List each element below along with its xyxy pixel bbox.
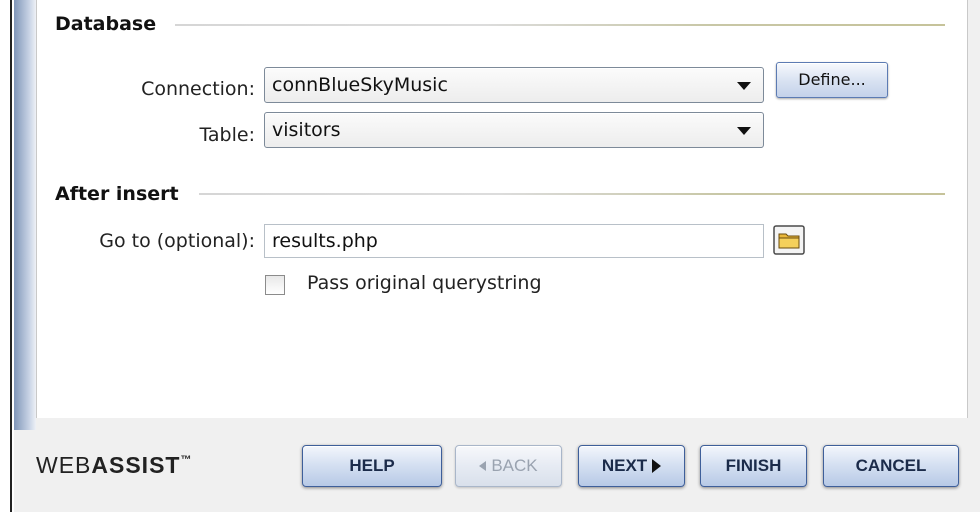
finish-button-label: FINISH <box>725 456 782 475</box>
after-insert-section-rule <box>199 193 945 195</box>
table-select-value: visitors <box>272 119 341 141</box>
folder-icon <box>773 225 805 255</box>
database-section-rule <box>175 24 945 26</box>
database-section-title: Database <box>55 13 157 35</box>
logo-text-bold: ASSIST <box>91 452 181 478</box>
connection-select-value: connBlueSkyMusic <box>272 74 448 96</box>
arrow-left-icon <box>479 461 487 471</box>
help-button[interactable]: HELP <box>302 445 442 487</box>
table-label: Table: <box>199 124 255 146</box>
arrow-right-icon <box>652 459 662 473</box>
window-left-edge <box>0 0 14 512</box>
chevron-down-icon <box>737 127 751 135</box>
connection-select[interactable]: connBlueSkyMusic <box>264 67 764 103</box>
cancel-button-label: CANCEL <box>855 456 927 475</box>
next-button-label: NEXT <box>601 456 648 475</box>
pass-querystring-label: Pass original querystring <box>307 272 542 294</box>
webassist-logo: WEBASSIST™ <box>36 452 191 479</box>
table-select[interactable]: visitors <box>264 112 764 148</box>
after-insert-section-title: After insert <box>55 183 179 205</box>
back-button[interactable]: BACK <box>455 445 562 487</box>
goto-label: Go to (optional): <box>99 230 255 252</box>
logo-trademark: ™ <box>180 454 192 466</box>
chevron-down-icon <box>737 82 751 90</box>
logo-text-prefix: WEB <box>36 452 92 478</box>
back-button-label: BACK <box>491 456 538 475</box>
goto-input[interactable]: results.php <box>264 224 764 258</box>
left-gradient-strip <box>14 0 36 430</box>
browse-folder-button[interactable] <box>773 225 805 255</box>
next-button[interactable]: NEXT <box>578 445 685 487</box>
finish-button[interactable]: FINISH <box>700 445 807 487</box>
pass-querystring-checkbox[interactable] <box>265 275 285 295</box>
define-button[interactable]: Define... <box>776 62 888 98</box>
cancel-button[interactable]: CANCEL <box>823 445 959 487</box>
connection-label: Connection: <box>141 78 255 100</box>
help-button-label: HELP <box>349 456 395 475</box>
